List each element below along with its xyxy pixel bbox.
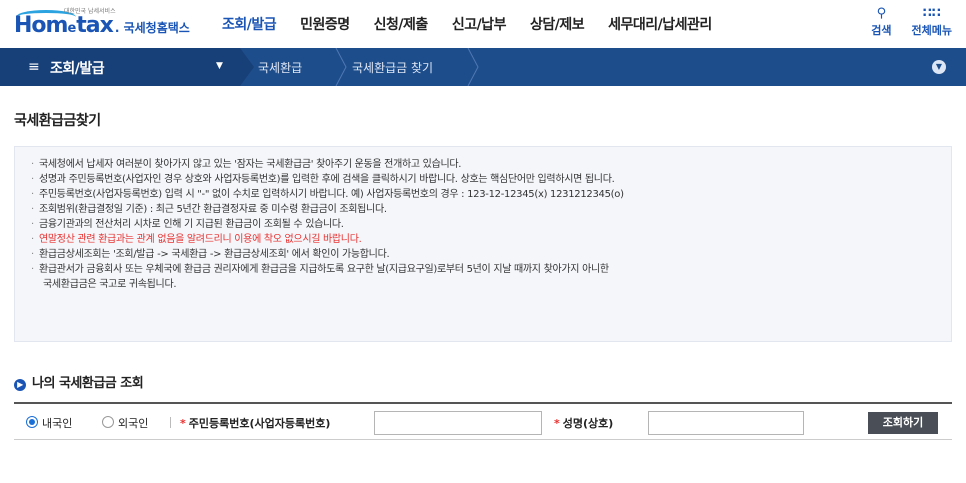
notice-line: · 금융기관과의 전산처리 시차로 인해 기 지급된 환급금이 조회될 수 있습니… [31, 217, 935, 232]
notice-text: 국세환급금은 국고로 귀속됩니다. [43, 279, 177, 290]
notice-text: 환급금상세조회는 '조회/발급 -> 국세환급 -> 환급금상세조회' 에서 확… [39, 249, 390, 260]
notice-text: 성명과 주민등록번호(사업자인 경우 상호와 사업자등록번호)를 입력한 후에 … [39, 174, 615, 185]
bullet-icon: · [31, 264, 34, 275]
divider [170, 417, 171, 428]
logo-part-tax: tax [76, 13, 114, 38]
bullet-icon: · [31, 234, 34, 245]
notice-line: · 주민등록번호(사업자등록번호) 입력 시 "-" 없이 수치로 입력하시기 바… [31, 187, 935, 202]
global-nav: 조회/발급 민원증명 신청/제출 신고/납부 상담/제보 세무대리/납세관리 [222, 14, 736, 34]
breadcrumb-arrow-icon [240, 48, 254, 86]
search-label: 검색 [871, 24, 892, 37]
notice-text: 환급관서가 금융회사 또는 우체국에 환급금 권리자에게 환급금을 지급하도록 … [39, 264, 609, 275]
all-menu-button[interactable]: ∷∷ 전체메뉴 [912, 6, 952, 38]
radio-domestic[interactable] [26, 416, 38, 428]
expand-circle-icon[interactable]: ▼ [932, 60, 946, 74]
arrow-circle-icon: ▶ [14, 379, 26, 391]
category-label: 조회/발급 [50, 61, 105, 77]
required-star-icon: * [180, 417, 186, 430]
gnb-certificates[interactable]: 민원증명 [300, 14, 350, 34]
notice-text: 조회범위(환급결정일 기준) : 최근 5년간 환급결정자료 중 미수령 환급금… [39, 204, 387, 215]
breadcrumb-bar: ≡ 조회/발급 ▼ 국세환급 국세환급금 찾기 ▼ [0, 48, 966, 86]
section-title: ▶ 나의 국세환급금 조회 [14, 372, 144, 391]
bullet-icon: · [31, 219, 34, 230]
bullet-icon: · [31, 174, 34, 185]
gnb-inquiry-issue[interactable]: 조회/발급 [222, 14, 277, 34]
caret-down-icon: ▼ [216, 61, 223, 71]
logo-wordmark: Hometax. 국세청홈택스 [14, 13, 190, 38]
hamburger-icon: ≡ [28, 59, 40, 75]
radio-domestic-label[interactable]: 내국인 [42, 415, 72, 431]
gnb-report-pay[interactable]: 신고/납부 [452, 14, 507, 34]
bullet-icon: · [31, 204, 34, 215]
gnb-tax-agent[interactable]: 세무대리/납세관리 [608, 14, 712, 34]
breadcrumb-separator-icon [467, 48, 479, 86]
search-icon: ⚲ [876, 6, 887, 21]
name-input[interactable] [648, 411, 804, 435]
gnb-apply-submit[interactable]: 신청/제출 [374, 14, 429, 34]
bullet-icon: · [31, 159, 34, 170]
grid-icon: ∷∷ [922, 6, 941, 21]
refund-search-form: 내국인 외국인 * 주민등록번호(사업자등록번호) * 성명(상호) 조회하기 [14, 402, 952, 440]
notice-text: 국세청에서 납세자 여러분이 찾아가지 않고 있는 '잠자는 국세환급금' 찾아… [39, 159, 462, 170]
radio-foreign-label[interactable]: 외국인 [118, 415, 148, 431]
id-number-label-text: 주민등록번호(사업자등록번호) [188, 417, 331, 430]
notice-line: · 환급금상세조회는 '조회/발급 -> 국세환급 -> 환급금상세조회' 에서 … [31, 247, 935, 262]
logo-part-e: e [67, 21, 77, 36]
logo-part-hom: Hom [14, 13, 68, 38]
notice-text: 연말정산 관련 환급과는 관계 없음을 알려드리니 이용에 착오 없으시길 바랍… [39, 234, 362, 245]
notice-box: · 국세청에서 납세자 여러분이 찾아가지 않고 있는 '잠자는 국세환급금' 찾… [14, 146, 952, 342]
page-title: 국세환급금찾기 [14, 113, 101, 129]
category-dropdown[interactable]: ≡ 조회/발급 ▼ [0, 48, 240, 86]
id-number-label: * 주민등록번호(사업자등록번호) [180, 415, 330, 431]
search-button[interactable]: ⚲ 검색 [871, 6, 891, 38]
notice-text: 주민등록번호(사업자등록번호) 입력 시 "-" 없이 수치로 입력하시기 바랍… [39, 189, 624, 200]
notice-line-warning: · 연말정산 관련 환급과는 관계 없음을 알려드리니 이용에 착오 없으시길 바… [31, 232, 935, 247]
utility-menu: ⚲ 검색 ∷∷ 전체메뉴 [851, 6, 952, 38]
hometax-logo[interactable]: 대한민국 납세서비스 Hometax. 국세청홈택스 [14, 6, 194, 42]
notice-text: 금융기관과의 전산처리 시차로 인해 기 지급된 환급금이 조회될 수 있습니다… [39, 219, 344, 230]
logo-part-name: . 국세청홈택스 [114, 21, 190, 35]
name-label: * 성명(상호) [554, 415, 613, 431]
section-title-text: 나의 국세환급금 조회 [32, 376, 144, 391]
notice-line: · 성명과 주민등록번호(사업자인 경우 상호와 사업자등록번호)를 입력한 후에… [31, 172, 935, 187]
notice-line: · 환급관서가 금융회사 또는 우체국에 환급금 권리자에게 환급금을 지급하도록… [31, 262, 935, 277]
breadcrumb-item-refund[interactable]: 국세환급 [258, 59, 302, 76]
bullet-icon: · [31, 249, 34, 260]
search-submit-button[interactable]: 조회하기 [868, 412, 938, 434]
notice-line: 국세환급금은 국고로 귀속됩니다. [31, 277, 935, 292]
all-menu-label: 전체메뉴 [911, 24, 952, 37]
required-star-icon: * [554, 417, 560, 430]
breadcrumb-item-find-refund[interactable]: 국세환급금 찾기 [352, 59, 433, 76]
id-number-input[interactable] [374, 411, 542, 435]
notice-line: · 국세청에서 납세자 여러분이 찾아가지 않고 있는 '잠자는 국세환급금' 찾… [31, 157, 935, 172]
top-header: 대한민국 납세서비스 Hometax. 국세청홈택스 조회/발급 민원증명 신청… [0, 0, 966, 48]
breadcrumb-separator-icon [335, 48, 347, 86]
radio-foreign[interactable] [102, 416, 114, 428]
gnb-consult-report[interactable]: 상담/제보 [530, 14, 585, 34]
name-label-text: 성명(상호) [562, 417, 614, 430]
notice-line: · 조회범위(환급결정일 기준) : 최근 5년간 환급결정자료 중 미수령 환급… [31, 202, 935, 217]
bullet-icon: · [31, 189, 34, 200]
